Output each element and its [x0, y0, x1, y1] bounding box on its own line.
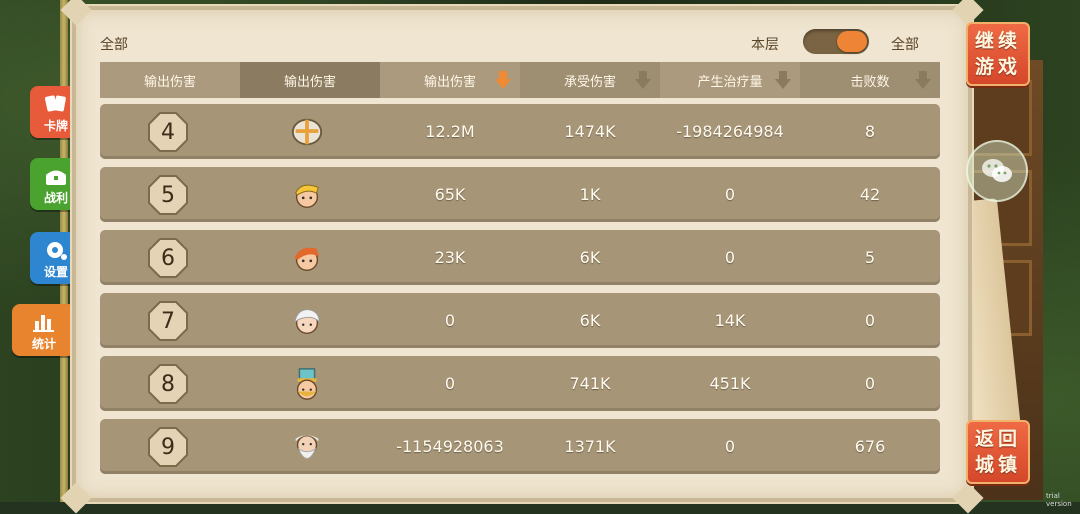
damage-taken-cell: 6K — [579, 248, 601, 267]
damage-dealt-cell: 12.2M — [425, 122, 475, 141]
rank-number: 7 — [161, 308, 175, 334]
column-header-label: 击败数 — [850, 74, 890, 90]
table-header: 输出伤害 输出伤害 输出伤害 承受伤害 产生治疗量 击败数 — [100, 62, 940, 98]
column-header[interactable]: 输出伤害 — [240, 62, 380, 98]
damage-dealt-cell: -1154928063 — [396, 437, 504, 456]
scope-toggle[interactable] — [803, 29, 869, 54]
column-header-label: 产生治疗量 — [697, 74, 763, 90]
toggle-label-all: 全部 — [891, 37, 919, 53]
rank-number: 6 — [161, 245, 175, 271]
column-header[interactable]: 输出伤害 — [380, 62, 520, 98]
priest-hat-hero-icon — [296, 368, 318, 400]
healing-cell: 0 — [724, 185, 736, 204]
red-hair-hero-icon — [294, 247, 320, 271]
damage-taken-cell: 741K — [569, 374, 611, 393]
sort-desc-icon[interactable] — [634, 70, 652, 90]
damage-dealt-cell: 65K — [434, 185, 466, 204]
rank-number: 5 — [161, 182, 175, 208]
sort-desc-icon[interactable] — [774, 70, 792, 90]
rank-number: 9 — [161, 434, 175, 460]
healing-cell: 14K — [714, 311, 746, 330]
damage-dealt-cell: 0 — [444, 374, 456, 393]
healing-cell: 451K — [709, 374, 751, 393]
continue-game-button[interactable]: 继续游戏 — [966, 22, 1030, 86]
wechat-share-button[interactable] — [966, 140, 1028, 202]
healing-cell: -1984264984 — [676, 122, 784, 141]
sidebar-label: 卡牌 — [43, 119, 68, 133]
damage-dealt-cell: 23K — [434, 248, 466, 267]
sidebar-label: 统计 — [31, 337, 56, 351]
table-row[interactable]: 7 0 6K 14K 0 — [100, 293, 940, 348]
wechat-icon — [982, 159, 1012, 182]
table-row[interactable]: 6 23K 6K 0 5 — [100, 230, 940, 285]
column-header[interactable]: 输出伤害 — [100, 62, 240, 98]
knight-helmet-icon — [291, 118, 323, 146]
blonde-hero-icon — [295, 184, 319, 208]
column-header-label: 输出伤害 — [283, 74, 336, 90]
table-row[interactable]: 5 65K 1K 0 42 — [100, 167, 940, 222]
trial-watermark: trial version — [1046, 492, 1072, 508]
column-header-label: 承受伤害 — [563, 74, 616, 90]
sort-desc-icon[interactable] — [914, 70, 932, 90]
cards-icon — [45, 95, 66, 112]
kills-cell: 5 — [864, 248, 876, 267]
sidebar-label: 设置 — [43, 265, 68, 279]
sidebar-label: 战利 — [43, 191, 68, 205]
statistics-panel: 全部 本层 全部 输出伤害 输出伤害 输出伤害 承受伤害 产生治疗量 击败数 4 12.2M… — [60, 0, 984, 514]
rank-number: 4 — [161, 119, 175, 145]
sort-desc-icon[interactable] — [494, 70, 512, 90]
kills-cell: 0 — [864, 311, 876, 330]
table-row[interactable]: 9 -1154928063 1371K 0 676 — [100, 419, 940, 474]
all-filter-label[interactable]: 全部 — [100, 34, 128, 54]
elder-sage-icon — [295, 434, 319, 459]
healing-cell: 0 — [724, 437, 736, 456]
kills-cell: 0 — [864, 374, 876, 393]
kills-cell: 42 — [859, 185, 881, 204]
toggle-knob[interactable] — [837, 31, 867, 52]
return-town-button[interactable]: 返回城镇 — [966, 420, 1030, 484]
table-row[interactable]: 4 12.2M 1474K -1984264984 8 — [100, 104, 940, 159]
table-row[interactable]: 8 0 741K 451K 0 — [100, 356, 940, 411]
return-town-label: 返回城镇 — [974, 428, 1021, 476]
kills-cell: 676 — [854, 437, 886, 456]
damage-taken-cell: 1474K — [564, 122, 616, 141]
rank-number: 8 — [161, 371, 175, 397]
white-hair-hero-icon — [294, 309, 320, 334]
column-header-label: 输出伤害 — [423, 74, 476, 90]
damage-taken-cell: 1K — [579, 185, 601, 204]
column-header[interactable]: 产生治疗量 — [660, 62, 800, 98]
column-header-label: 输出伤害 — [143, 74, 196, 90]
column-header[interactable]: 承受伤害 — [520, 62, 660, 98]
healing-cell: 0 — [724, 248, 736, 267]
treasure-chest-icon — [46, 170, 66, 185]
kills-cell: 8 — [864, 122, 876, 141]
toggle-label-current-floor: 本层 — [751, 37, 779, 53]
bar-chart-icon — [33, 315, 54, 332]
damage-dealt-cell: 0 — [444, 311, 456, 330]
damage-taken-cell: 1371K — [564, 437, 616, 456]
damage-taken-cell: 6K — [579, 311, 601, 330]
continue-game-label: 继续游戏 — [974, 30, 1021, 78]
gear-icon — [47, 242, 67, 260]
statistics-button[interactable]: 统计 — [12, 304, 76, 356]
column-header[interactable]: 击败数 — [800, 62, 940, 98]
